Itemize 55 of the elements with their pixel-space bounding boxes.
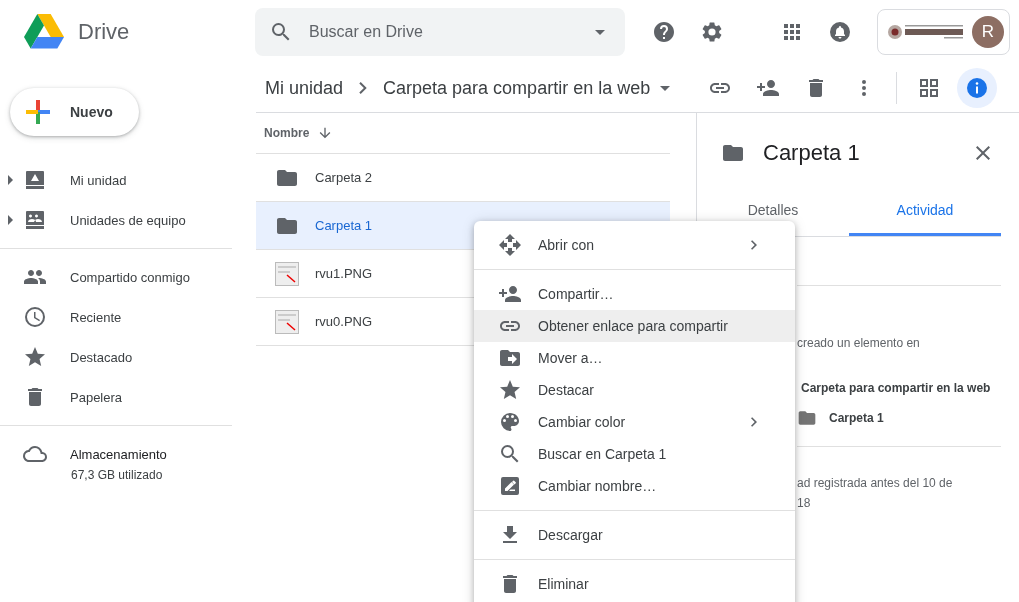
image-thumbnail-icon (275, 309, 299, 334)
menu-item[interactable]: Buscar en Carpeta 1 (474, 438, 795, 470)
column-header[interactable]: Nombre (264, 126, 310, 140)
account-switcher[interactable]: R (877, 9, 1010, 55)
star-icon (23, 345, 47, 369)
drive-logo-icon (24, 14, 64, 50)
chevron-right-icon (751, 417, 757, 427)
sidebar-item[interactable]: Unidades de equipo (0, 200, 232, 240)
sidebar-item[interactable]: Reciente (0, 297, 232, 337)
university-logo-icon (886, 22, 966, 42)
image-thumbnail-icon (275, 261, 299, 286)
info-icon (965, 76, 990, 100)
sidebar-item[interactable]: Mi unidad (0, 160, 232, 200)
activity-text: creado un elemento en (797, 336, 921, 350)
sidebar-item[interactable]: Compartido conmigo (0, 257, 232, 297)
storage-label[interactable]: Almacenamiento (70, 446, 167, 462)
avatar[interactable]: R (972, 16, 1004, 48)
clock-icon (23, 305, 47, 329)
chevron-right-icon (751, 240, 757, 250)
menu-item[interactable]: Destacar (474, 374, 795, 406)
search-input[interactable]: Buscar en Drive (307, 22, 581, 42)
panel-title: Carpeta 1 (763, 140, 861, 166)
menu-item[interactable]: Descargar (474, 519, 795, 551)
storage-usage: 67,3 GB utilizado (71, 468, 164, 482)
expand-arrow-icon[interactable] (8, 175, 13, 185)
menu-item[interactable]: Cambiar nombre… (474, 470, 795, 502)
help-icon[interactable] (652, 20, 676, 44)
activity-item[interactable]: Carpeta 1 (829, 411, 884, 425)
activity-note: ad registrada antes del 10 de 18 (797, 475, 954, 512)
star-icon (498, 378, 522, 402)
search-field[interactable]: Buscar en Drive (255, 8, 625, 56)
breadcrumb-item[interactable]: Carpeta para compartir en la web (383, 77, 651, 99)
sidebar-item[interactable]: Destacado (0, 337, 232, 377)
sidebar-item[interactable]: Papelera (0, 377, 232, 417)
palette-icon (498, 410, 522, 434)
menu-item[interactable]: Cambiar color (474, 406, 795, 438)
breadcrumb-item[interactable]: Mi unidad (265, 77, 344, 99)
dropdown-caret-icon[interactable] (660, 85, 671, 91)
settings-icon[interactable] (700, 20, 724, 44)
notification-icon[interactable] (828, 20, 852, 44)
new-button[interactable]: Nuevo (10, 88, 139, 136)
panel-tab[interactable]: Actividad (849, 193, 1001, 236)
activity-location[interactable]: Carpeta para compartir en la web (797, 381, 1001, 395)
move-icon (498, 233, 522, 257)
team-drive-icon (23, 208, 47, 232)
menu-item[interactable]: Obtener enlace para compartir (474, 310, 795, 342)
plus-icon (26, 100, 50, 124)
chevron-right-icon (359, 82, 368, 94)
folder-icon (797, 408, 817, 428)
menu-item[interactable]: Eliminar (474, 568, 795, 600)
drive-icon (23, 168, 47, 192)
app-name: Drive (78, 19, 130, 45)
info-button[interactable] (957, 68, 998, 108)
dropdown-caret-icon[interactable] (595, 29, 605, 35)
expand-arrow-icon[interactable] (8, 215, 13, 225)
